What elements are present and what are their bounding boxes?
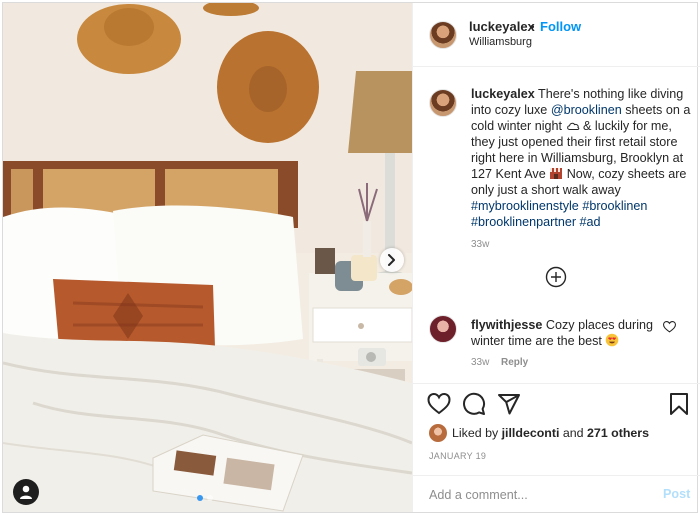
- carousel-dot: [197, 495, 203, 501]
- comment-text: flywithjesse Cozy places during winter t…: [471, 317, 666, 349]
- caption-username[interactable]: luckeyalex: [471, 87, 535, 101]
- reply-button[interactable]: Reply: [501, 357, 528, 368]
- comment-input[interactable]: [429, 486, 649, 504]
- person-icon: [20, 485, 32, 499]
- mention-link[interactable]: @brooklinen: [551, 103, 622, 117]
- author-username[interactable]: luckeyalex: [469, 19, 535, 34]
- hashtag-link[interactable]: #brooklinenpartner: [471, 215, 576, 229]
- carousel-dot: [207, 495, 213, 501]
- hashtag-link[interactable]: #ad: [580, 215, 601, 229]
- heart-eyes-icon: [605, 333, 619, 347]
- comment-icon[interactable]: [462, 392, 486, 416]
- share-icon[interactable]: [497, 392, 521, 416]
- hashtag-link[interactable]: #brooklinen: [582, 199, 647, 213]
- load-more-comments-button[interactable]: [545, 266, 567, 288]
- liker-avatar[interactable]: [429, 424, 447, 442]
- plus-circle-icon: [545, 266, 567, 288]
- commenter-username[interactable]: flywithjesse: [471, 318, 542, 332]
- comment-like-icon[interactable]: [663, 321, 676, 333]
- hashtag-link[interactable]: #mybrooklinenstyle: [471, 199, 579, 213]
- post-comment-button[interactable]: Post: [663, 487, 690, 501]
- comment-timestamp[interactable]: 33w: [471, 357, 489, 368]
- post-header: luckeyalex • Follow Williamsburg: [413, 3, 700, 67]
- header-separator: •: [530, 19, 535, 34]
- liker-username[interactable]: jilldeconti: [502, 426, 560, 440]
- likes-and: and: [562, 426, 584, 440]
- instagram-post-modal: luckeyalex • Follow Williamsburg luckeya…: [2, 2, 700, 513]
- chevron-right-icon: [388, 254, 395, 266]
- add-comment-bar: Post: [413, 475, 700, 512]
- carousel-indicator: [197, 495, 219, 501]
- post-date[interactable]: JANUARY 19: [429, 451, 486, 461]
- carousel-next-button[interactable]: [380, 248, 404, 272]
- caption-text: luckeyalex There's nothing like diving i…: [471, 86, 693, 230]
- shop-icon: [549, 167, 563, 180]
- post-photo[interactable]: [3, 3, 412, 512]
- likes-text: Liked by jilldeconti and 271 others: [452, 426, 649, 440]
- post-actions: Liked by jilldeconti and 271 others JANU…: [413, 383, 700, 475]
- liked-by-label: Liked by: [452, 426, 499, 440]
- author-avatar[interactable]: [429, 21, 457, 49]
- tagged-users-button[interactable]: [13, 479, 39, 505]
- commenter-avatar[interactable]: [429, 315, 457, 343]
- bedroom-photo: [3, 3, 412, 512]
- bookmark-icon[interactable]: [667, 392, 691, 416]
- post-location[interactable]: Williamsburg: [469, 36, 532, 48]
- likes-count-link[interactable]: 271 others: [587, 426, 649, 440]
- post-side-panel: luckeyalex • Follow Williamsburg luckeya…: [412, 3, 700, 512]
- caption-avatar[interactable]: [429, 89, 457, 117]
- follow-button[interactable]: Follow: [540, 19, 581, 34]
- cloud-icon: [566, 119, 580, 132]
- caption-timestamp[interactable]: 33w: [471, 239, 489, 250]
- heart-icon[interactable]: [427, 392, 451, 416]
